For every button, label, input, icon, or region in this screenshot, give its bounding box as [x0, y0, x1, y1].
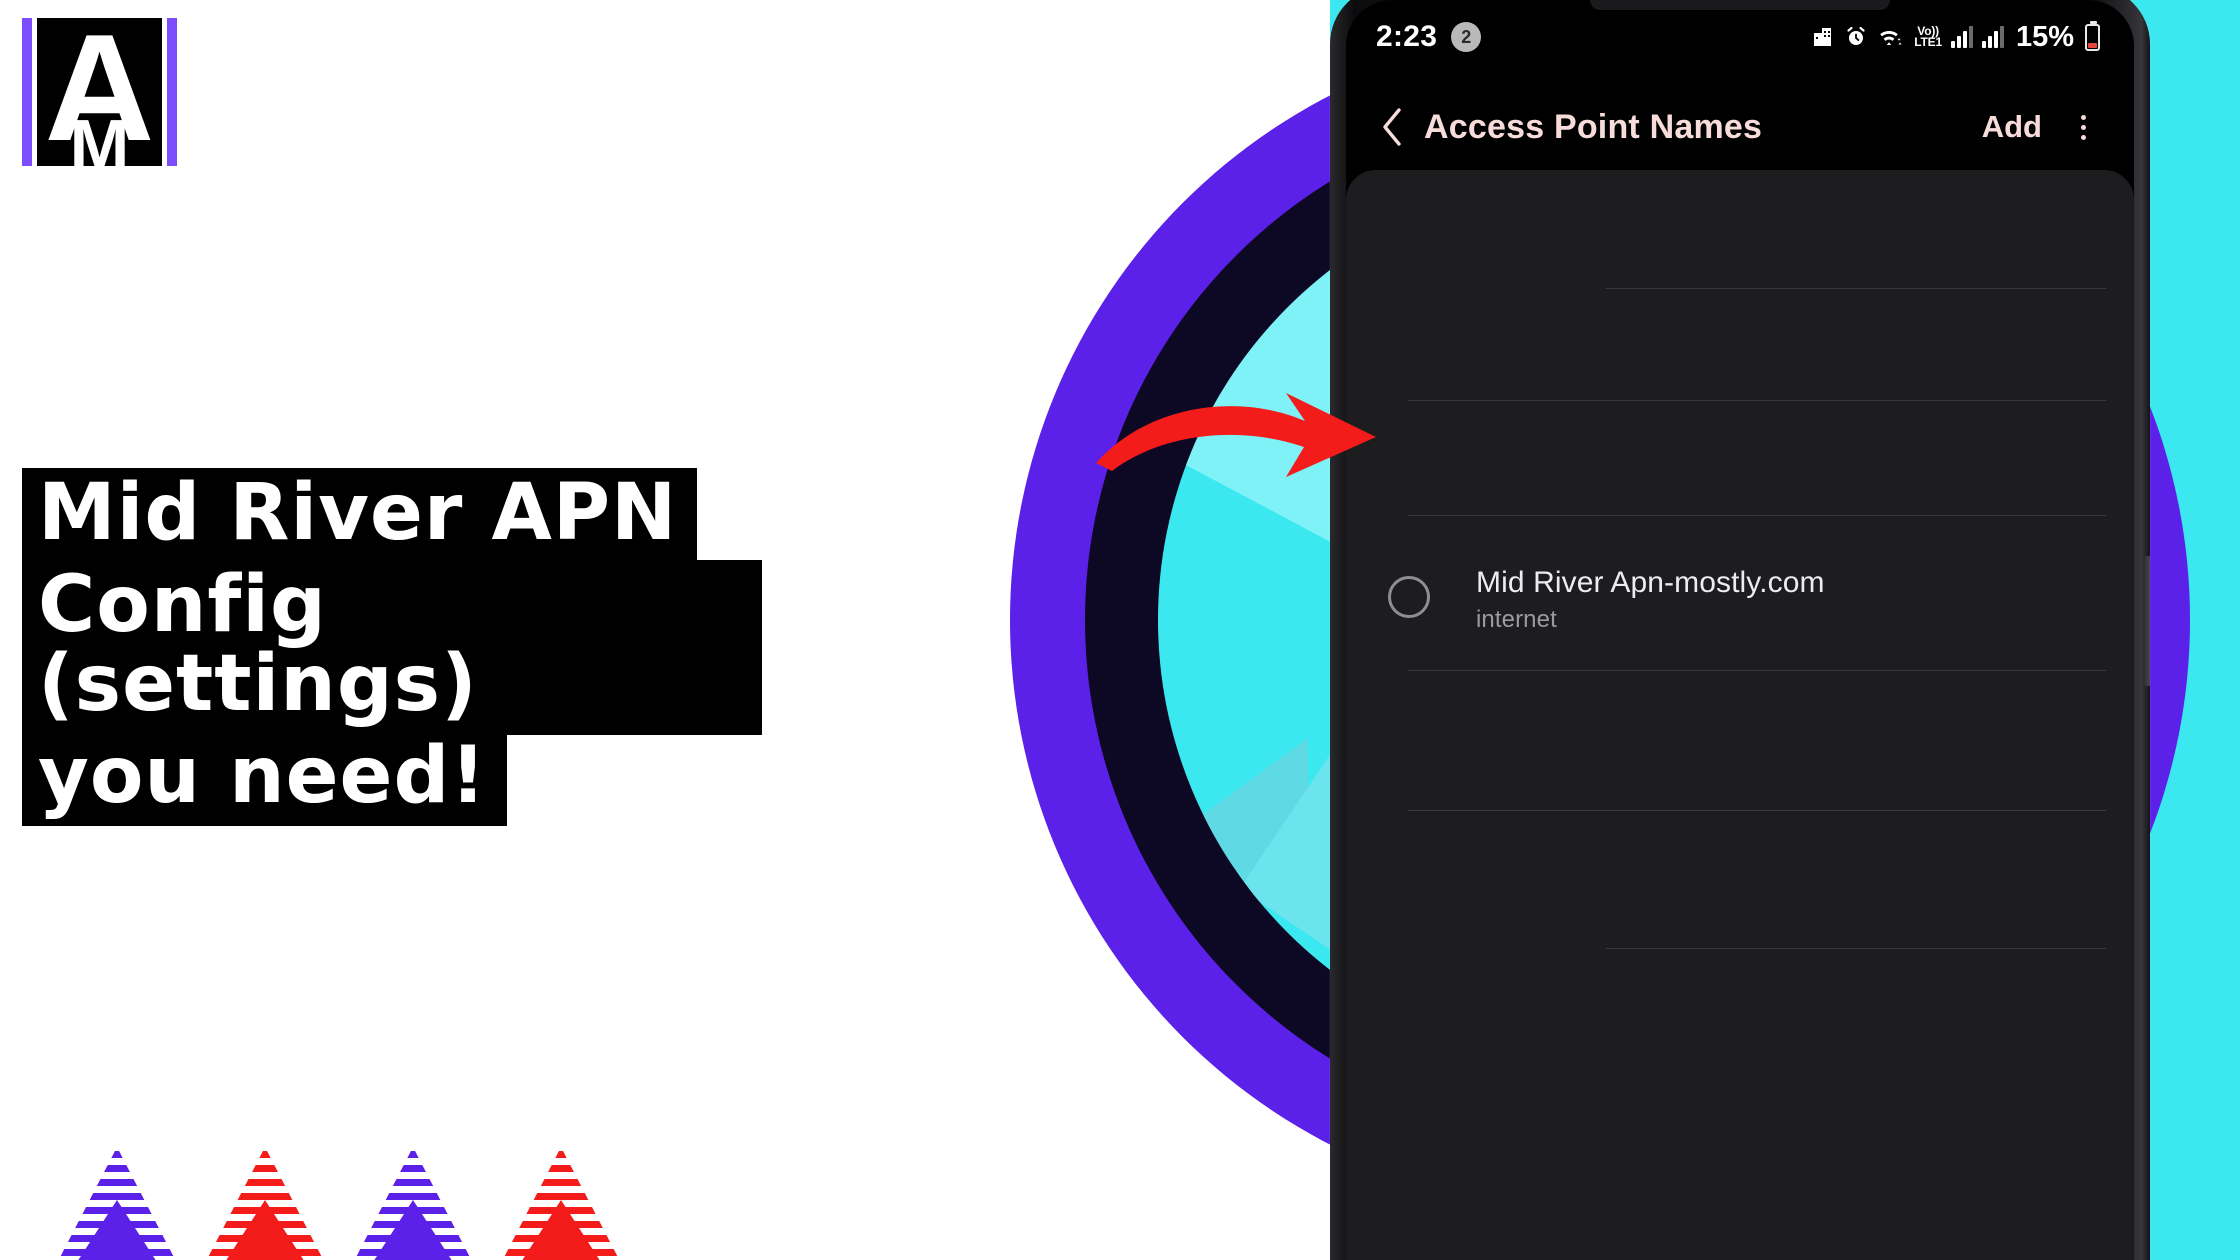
curved-red-arrow-right [1090, 385, 1420, 495]
wifi-icon [1877, 25, 1905, 49]
app-bar: Access Point Names Add [1346, 88, 2134, 166]
status-bar: 2:23 2 Vo)) LTE1 15% [1346, 14, 2134, 60]
triangle-solid-inner [220, 1200, 310, 1260]
list-separator [1606, 948, 2106, 949]
list-separator [1408, 810, 2106, 811]
logo-letter-m: M [69, 106, 130, 186]
apn-radio-button[interactable] [1388, 576, 1430, 618]
thumbnail-canvas: 2:23 2 Vo)) LTE1 15% Access Point Names … [0, 0, 2240, 1260]
list-separator [1408, 670, 2106, 671]
add-button[interactable]: Add [1974, 105, 2050, 149]
status-bar-left: 2:23 2 [1376, 20, 1482, 54]
triangle-solid-inner [516, 1200, 606, 1260]
battery-low-icon [2085, 20, 2100, 51]
volte-icon: Vo)) LTE1 [1914, 23, 1942, 49]
triangle-decoration-row [52, 1145, 626, 1260]
logo-bar-right [167, 18, 177, 166]
headline-line-3: you need! [22, 730, 507, 827]
phone-screen: 2:23 2 Vo)) LTE1 15% Access Point Names … [1346, 0, 2134, 1260]
apn-name-label: Mid River Apn-mostly.com [1476, 566, 1825, 599]
list-separator [1606, 288, 2106, 289]
logo-box: A M [37, 12, 162, 182]
list-separator [1408, 515, 2106, 516]
triangle-decoration [52, 1145, 182, 1260]
headline-block: Mid River APN Config (settings) you need… [22, 468, 762, 827]
phone-device: 2:23 2 Vo)) LTE1 15% Access Point Names … [1330, 0, 2150, 1260]
triangle-decoration [348, 1145, 478, 1260]
channel-logo: A M [22, 12, 177, 182]
list-separator [1408, 400, 2106, 401]
work-building-icon [1811, 25, 1835, 49]
status-clock: 2:23 [1376, 20, 1438, 53]
triangle-decoration [496, 1145, 626, 1260]
triangle-solid-inner [72, 1200, 162, 1260]
power-button[interactable] [2144, 556, 2150, 686]
notification-count-badge: 2 [1451, 22, 1482, 52]
apn-value-label: internet [1476, 606, 1557, 634]
headline-line-1: Mid River APN [22, 468, 698, 564]
page-title: Access Point Names [1424, 107, 1763, 146]
battery-percent-label: 15% [2015, 20, 2074, 53]
status-bar-right: Vo)) LTE1 15% [1811, 20, 2100, 54]
apn-list: Mid River Apn-mostly.com internet [1346, 170, 2134, 1260]
kebab-menu-icon[interactable] [2060, 104, 2106, 150]
back-chevron-icon[interactable] [1370, 105, 1414, 149]
earpiece-notch [1590, 0, 1890, 10]
signal-bars-sim2-icon [1981, 26, 2004, 48]
triangle-solid-inner [368, 1200, 458, 1260]
signal-bars-sim1-icon [1950, 26, 1973, 48]
triangle-decoration [200, 1145, 330, 1260]
list-item[interactable]: Mid River Apn-mostly.com internet [1346, 565, 2134, 634]
logo-bar-left [22, 18, 32, 166]
headline-line-2: Config (settings) [22, 559, 762, 735]
alarm-clock-icon [1844, 25, 1868, 49]
apn-text-group: Mid River Apn-mostly.com internet [1476, 565, 1825, 634]
